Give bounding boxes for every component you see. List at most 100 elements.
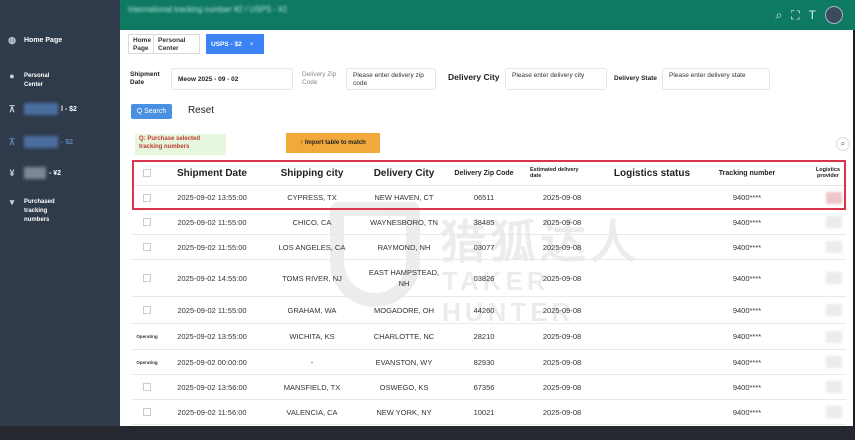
cell-status: [602, 324, 702, 349]
tab-label: USPS - $2: [211, 41, 242, 48]
table-row[interactable]: 2025-09-02 13:55:00 CYPRESS, TX NEW HAVEN,…: [132, 186, 846, 210]
cell-shipping-city: WICHITA, KS: [289, 332, 335, 341]
select-cell: Operating: [132, 350, 162, 374]
row-checkbox[interactable]: [143, 218, 151, 226]
purchase-selected-button[interactable]: Q: Purchase selected tracking numbers: [135, 134, 226, 155]
cell-est-date: 2025-09-08: [542, 407, 582, 417]
redacted-provider: [826, 356, 842, 368]
cell-delivery-city: EAST HAMPSTEAD, NH: [368, 268, 440, 288]
sidebar-item-personal-center[interactable]: ● Personal Center: [0, 72, 120, 90]
delivery-state-input[interactable]: Please enter delivery state: [662, 68, 770, 90]
cell-logistics-provider: [822, 350, 846, 374]
row-checkbox[interactable]: [143, 274, 151, 282]
column-header[interactable]: Delivery Zip Code: [446, 160, 522, 186]
cell-zip: 03077: [473, 242, 495, 252]
sidebar-item-label: - $2: [61, 138, 74, 146]
delivery-zip-input[interactable]: Please enter delivery zip code: [346, 68, 436, 90]
tab-personal-center[interactable]: Personal Center: [153, 34, 200, 54]
main-content: Home Page Personal Center USPS - $2 × Shi…: [120, 30, 853, 426]
search-icon[interactable]: ⌕: [836, 137, 850, 151]
row-checkbox[interactable]: [143, 306, 151, 314]
cell-shipping-city: MANSFIELD, TX: [283, 382, 341, 392]
close-icon[interactable]: ×: [250, 41, 254, 48]
tab-home[interactable]: Home Page: [128, 34, 154, 54]
shipment-date-picker[interactable]: Meow 2025 - 09 - 02: [171, 68, 293, 90]
row-checkbox[interactable]: [143, 408, 151, 416]
sidebar-item-purchased[interactable]: ▾ Purchased tracking numbers: [0, 198, 120, 225]
import-table-button[interactable]: ↑ Import table to match: [286, 133, 380, 153]
row-checkbox[interactable]: [143, 193, 151, 202]
column-header[interactable]: Tracking number: [702, 160, 792, 186]
cell-est-date: 2025-09-08: [542, 193, 582, 202]
delivery-city-label: Delivery City: [448, 72, 500, 82]
reset-button[interactable]: Reset: [180, 102, 222, 120]
delivery-city-input[interactable]: Please enter delivery city: [505, 68, 607, 90]
sidebar: ◍ Home Page ● Personal Center ⊼ l - $2 ⊼…: [0, 0, 120, 426]
select-cell: Operating: [132, 324, 162, 349]
cell-tracking: 9400****: [732, 332, 762, 341]
redacted-label: [24, 136, 58, 148]
sidebar-item-product-1[interactable]: ⊼ l - $2: [0, 103, 120, 115]
row-checkbox[interactable]: [143, 243, 151, 251]
table-row[interactable]: 2025-09-02 13:56:00 MANSFIELD, TX OSWEGO, …: [132, 375, 846, 400]
cell-tracking: 9400****: [732, 305, 762, 315]
sidebar-item-home[interactable]: ◍ Home Page: [0, 36, 120, 45]
cell-zip: 10021: [473, 407, 495, 417]
cell-tracking: 9400****: [732, 407, 762, 417]
select-cell: [132, 235, 162, 259]
cell-logistics-provider: [822, 186, 846, 209]
column-header[interactable]: Shipping city: [262, 160, 362, 186]
cell-delivery-city: OSWEGO, KS: [379, 382, 429, 392]
cell-tracking: 9400****: [732, 382, 762, 392]
select-all-checkbox[interactable]: [143, 169, 151, 177]
dollar-icon: ¥: [9, 167, 15, 178]
cell-zip: 82930: [473, 357, 495, 367]
delivery-state-label: Delivery State: [614, 75, 657, 82]
tab-usps[interactable]: USPS - $2 ×: [206, 34, 264, 54]
app-title: International tracking number ¥2 / USPS …: [128, 5, 288, 14]
column-header[interactable]: Logistics status: [602, 160, 702, 186]
table-row[interactable]: Operating 2025-09-02 13:55:00 WICHITA, KS C…: [132, 324, 846, 350]
cell-logistics-provider: [822, 375, 846, 399]
cell-status: [602, 260, 702, 296]
font-size-icon[interactable]: T: [809, 8, 816, 22]
column-header[interactable]: Shipment Date: [162, 160, 262, 186]
cell-status: [602, 375, 702, 399]
row-checkbox[interactable]: [143, 383, 151, 391]
cell-zip: 44260: [473, 305, 495, 315]
cell-shipment-date: 2025-09-02 11:55:00: [177, 242, 247, 252]
header-icons: ⌕ ⛶ T: [776, 6, 843, 24]
select-cell: [132, 260, 162, 296]
table-row[interactable]: 2025-09-02 14:55:00 TOMS RIVER, NJ EAST HA…: [132, 260, 846, 297]
search-icon[interactable]: ⌕: [776, 8, 783, 22]
sidebar-item-product-3[interactable]: ¥ - ¥2: [0, 167, 120, 179]
cell-shipping-city: VALENCIA, CA: [286, 407, 338, 417]
search-button[interactable]: Q Search: [131, 104, 172, 119]
cell-logistics-provider: [822, 400, 846, 424]
table-row[interactable]: 2025-09-02 11:55:00 CHICO, CA WAYNESBORO, …: [132, 210, 846, 235]
cell-shipment-date: 2025-09-02 13:55:00: [177, 193, 247, 202]
tab-bar: Home Page Personal Center USPS - $2 ×: [128, 34, 264, 54]
user-avatar-icon[interactable]: [825, 6, 843, 24]
table-row[interactable]: 2025-09-02 11:55:00 GRAHAM, WA MOGADORE, O…: [132, 297, 846, 324]
column-header[interactable]: Delivery City: [362, 160, 446, 186]
delivery-zip-label: Delivery Zip Code: [302, 71, 337, 86]
cell-status: [602, 400, 702, 424]
column-header[interactable]: Logistics provider: [810, 160, 846, 186]
sidebar-item-product-2[interactable]: ⊼ - $2: [0, 136, 120, 148]
table-row[interactable]: 2025-09-02 11:56:00 VALENCIA, CA NEW YORK,…: [132, 400, 846, 425]
column-header[interactable]: Estimated delivery date: [530, 160, 590, 186]
cell-logistics-provider: [822, 210, 846, 234]
cell-est-date: 2025-09-08: [542, 382, 582, 392]
redacted-label: [24, 103, 58, 115]
cell-shipment-date: 2025-09-02 11:55:00: [177, 305, 247, 315]
top-header-bar: International tracking number ¥2 / USPS …: [0, 0, 855, 30]
cell-tracking: 9400****: [732, 273, 762, 283]
table-row[interactable]: Operating 2025-09-02 00:00:00 - EVANSTON, W…: [132, 350, 846, 375]
redacted-provider: [826, 381, 842, 393]
cell-shipping-city: TOMS RIVER, NJ: [282, 273, 342, 283]
table-row[interactable]: 2025-09-02 11:55:00 LOS ANGELES, CA RAYMON…: [132, 235, 846, 260]
redacted-provider: [826, 272, 842, 284]
cell-status: [602, 210, 702, 234]
fullscreen-icon[interactable]: ⛶: [791, 8, 799, 22]
